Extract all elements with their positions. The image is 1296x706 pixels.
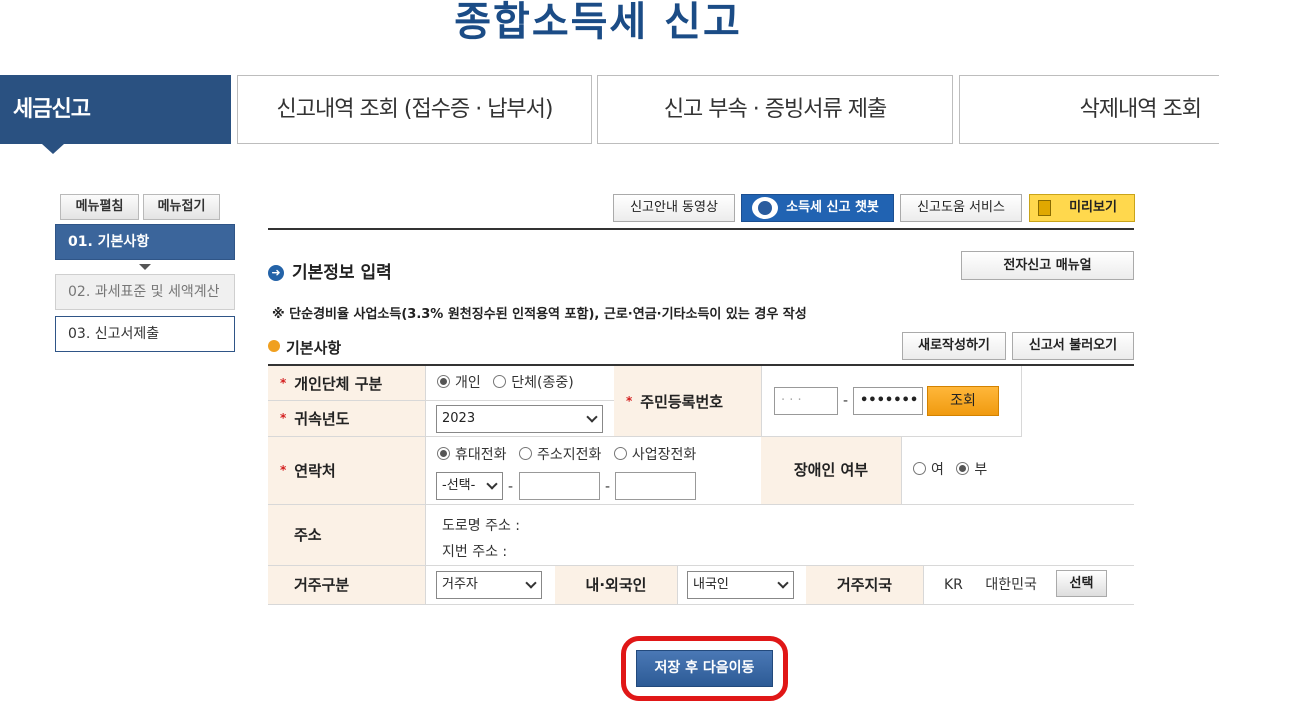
manual-button[interactable]: 전자신고 매뉴얼 [961,251,1134,280]
contact-home-radio[interactable]: 주소지전화 [518,447,601,463]
contact-label: * 연락처 [268,437,425,505]
help-service-button[interactable]: 신고도움 서비스 [900,194,1022,222]
required-mark: * [626,394,633,408]
section-title: ➜ 기본정보 입력 [268,258,392,283]
contact-radio-group: 휴대전화 주소지전화 사업장전화 [437,444,696,464]
rrn-second-input[interactable]: ••••••• [853,387,923,415]
tab-tax-filing-label: 세금신고 [13,97,91,122]
residence-label: 거주구분 [268,566,425,605]
year-label: * 귀속년도 [268,401,425,437]
tab-attachment-submit[interactable]: 신고 부속 · 증빙서류 제출 [597,75,953,144]
divider [268,228,1134,230]
section-title-text: 기본정보 입력 [292,263,392,283]
chatbot-label: 소득세 신고 챗봇 [786,200,879,215]
type-label: * 개인단체 구분 [268,366,425,401]
type-radio-group: 개인 단체(종중) [425,366,614,401]
collapse-menu-button[interactable]: 메뉴접기 [143,194,220,220]
load-form-button[interactable]: 신고서 불러오기 [1012,332,1134,360]
address-label: 주소 [268,505,425,566]
step-basic-info[interactable]: 01. 기본사항 [55,224,235,260]
preview-label: 미리보기 [1069,200,1117,215]
expand-menu-button[interactable]: 메뉴펼침 [60,194,139,220]
road-address-label: 도로명 주소 : [442,518,521,534]
chatbot-button[interactable]: 소득세 신고 챗봇 [741,194,894,222]
guide-video-button[interactable]: 신고안내 동영상 [613,194,735,222]
chevron-down-icon [777,577,789,589]
preview-button[interactable]: 미리보기 [1029,194,1135,222]
tab-deleted-history[interactable]: 삭제내역 조회 [959,75,1219,144]
country-label: 거주지국 [806,566,923,605]
new-form-button[interactable]: 새로작성하기 [902,332,1006,360]
address-cell: 도로명 주소 : 지번 주소 : [425,505,1134,566]
nationality-select[interactable]: 내국인 [687,571,794,599]
disabled-radio-group: 여 부 [901,437,1134,505]
type-group-radio[interactable]: 단체(종중) [493,375,574,391]
step-submit-return[interactable]: 03. 신고서제출 [55,316,235,352]
chevron-down-icon [525,577,537,589]
phone-middle-input[interactable] [519,472,600,500]
contact-mobile-radio[interactable]: 휴대전화 [437,447,507,463]
document-icon [1038,200,1051,216]
nationality-label: 내·외국인 [555,566,677,605]
lot-address-label: 지번 주소 : [442,544,508,560]
disabled-label: 장애인 여부 [761,437,901,505]
notice-text: ※ 단순경비율 사업소득(3.3% 원천징수된 인적용역 포함), 근로·연금·… [272,307,807,322]
arrow-circle-icon: ➜ [268,265,284,281]
phone-prefix-select[interactable]: -선택- [436,472,503,500]
disabled-no-radio[interactable]: 부 [956,462,987,478]
chevron-down-icon [486,478,498,490]
subsection-title: 기본사항 [268,337,341,358]
country-name: 대한민국 [985,577,1037,593]
active-tab-pointer [42,144,64,154]
phone-last-input[interactable] [615,472,696,500]
country-select-button[interactable]: 선택 [1056,570,1107,597]
chevron-down-icon [586,411,598,423]
country-code: KR [944,577,963,593]
contact-business-radio[interactable]: 사업장전화 [613,447,696,463]
tab-tax-filing[interactable]: 세금신고 [0,75,231,154]
step-tax-calculation[interactable]: 02. 과세표준 및 세액계산 [55,274,235,310]
phone-separator: - [605,479,611,495]
tab-filing-history[interactable]: 신고내역 조회 (접수증 · 납부서) [237,75,592,144]
subsection-title-text: 기본사항 [286,339,342,357]
year-select[interactable]: 2023 [436,405,603,433]
rrn-separator: - [843,393,849,409]
rrn-label: * 주민등록번호 [614,366,761,437]
lookup-button[interactable]: 조회 [927,386,999,416]
page-title: 종합소득세 신고 [454,0,742,45]
required-mark: * [280,376,287,390]
phone-separator: - [508,479,514,495]
type-individual-radio[interactable]: 개인 [437,375,481,391]
required-mark: * [280,411,287,425]
bullet-icon [268,340,280,352]
step-down-arrow-icon [139,264,151,270]
required-mark: * [280,463,287,477]
chatbot-icon [752,197,778,219]
disabled-yes-radio[interactable]: 여 [913,462,944,478]
rrn-first-input[interactable]: · · · [774,387,838,415]
residence-select[interactable]: 거주자 [436,571,542,599]
save-next-button[interactable]: 저장 후 다음이동 [636,650,773,687]
